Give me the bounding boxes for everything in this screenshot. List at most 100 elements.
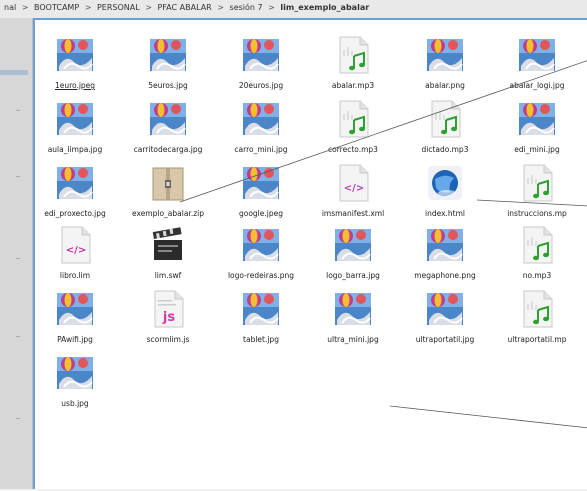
file-item[interactable]: aula_limpa.jpg xyxy=(27,100,123,160)
file-item[interactable]: 20euros.jpg xyxy=(213,36,309,96)
side-pane-tick xyxy=(16,418,20,419)
file-item[interactable]: tablet.jpg xyxy=(213,290,309,350)
file-item[interactable]: index.html xyxy=(397,164,493,224)
file-name-label: abalar.png xyxy=(425,81,465,90)
image-file-icon xyxy=(334,290,372,328)
breadcrumb-separator: > xyxy=(217,3,224,12)
file-item[interactable]: exemplo_abalar.zip xyxy=(120,164,216,224)
file-item[interactable]: 1euro.jpeg xyxy=(27,36,123,96)
file-grid[interactable]: 1euro.jpeg 5euros.jpg 20euros.jpg abalar.mp… xyxy=(33,18,587,489)
file-name-label: no.mp3 xyxy=(522,271,552,280)
file-name-label: megaphone.png xyxy=(414,271,476,280)
image-file-icon xyxy=(426,290,464,328)
file-item[interactable]: logo_barra.jpg xyxy=(305,226,401,286)
file-item[interactable]: ultraportatil.jpg xyxy=(397,290,493,350)
file-item[interactable]: abalar_logi.jpg xyxy=(489,36,585,96)
file-item[interactable]: ultraportatil.mp xyxy=(489,290,585,350)
file-item[interactable]: instruccions.mp xyxy=(489,164,585,224)
file-name-label: logo-redeiras.png xyxy=(227,271,295,280)
breadcrumb-prefix[interactable]: nal xyxy=(4,3,16,12)
image-file-icon xyxy=(518,36,556,74)
side-pane-tick xyxy=(16,336,20,337)
image-file-icon xyxy=(242,36,280,74)
breadcrumb-separator: > xyxy=(84,3,92,12)
annotation-line xyxy=(389,405,587,429)
file-name-label: abalar_logi.jpg xyxy=(509,81,565,90)
image-file-icon xyxy=(56,290,94,328)
svg-text:</>: </> xyxy=(344,183,364,194)
image-file-icon xyxy=(242,164,280,202)
file-name-label: lim.swf xyxy=(154,271,182,280)
file-item[interactable]: megaphone.png xyxy=(397,226,493,286)
svg-text:</>: </> xyxy=(66,245,86,256)
file-name-label: ultra_mini.jpg xyxy=(327,335,379,344)
file-item[interactable]: no.mp3 xyxy=(489,226,585,286)
image-file-icon xyxy=(56,100,94,138)
file-item[interactable]: edi_mini.jpg xyxy=(489,100,585,160)
image-file-icon xyxy=(426,36,464,74)
breadcrumb-separator: > xyxy=(268,3,275,12)
file-name-label: libro.lim xyxy=(59,271,91,280)
file-name-label: exemplo_abalar.zip xyxy=(132,209,204,218)
file-name-label: edi_mini.jpg xyxy=(514,145,560,154)
file-item[interactable]: lim.swf xyxy=(120,226,216,286)
file-name-label: scormlim.js xyxy=(146,335,190,344)
location-bar: nal > BOOTCAMP > PERSONAL > PFAC ABALAR … xyxy=(0,0,587,19)
file-name-label: instruccions.mp xyxy=(507,209,567,218)
image-file-icon xyxy=(56,36,94,74)
file-name-label: 5euros.jpg xyxy=(148,81,188,90)
image-file-icon xyxy=(242,290,280,328)
code-file-icon: </> xyxy=(56,226,94,264)
file-item[interactable]: correcto.mp3 xyxy=(305,100,401,160)
file-name-label: ultraportatil.jpg xyxy=(415,335,475,344)
file-item[interactable]: carro_mini.jpg xyxy=(213,100,309,160)
file-name-label: 1euro.jpeg xyxy=(54,81,96,90)
audio-file-icon xyxy=(426,100,464,138)
image-file-icon xyxy=(242,100,280,138)
image-file-icon xyxy=(334,226,372,264)
image-file-icon xyxy=(56,354,94,392)
file-name-label: tablet.jpg xyxy=(243,335,279,344)
breadcrumb-current-folder[interactable]: lim_exemplo_abalar xyxy=(280,3,369,12)
file-item[interactable]: logo-redeiras.png xyxy=(213,226,309,286)
audio-file-icon xyxy=(334,36,372,74)
breadcrumb-item-sesion-7[interactable]: sesión 7 xyxy=(230,3,263,12)
side-pane-tick xyxy=(16,258,20,259)
file-name-label: google.jpeg xyxy=(238,209,283,218)
side-pane-selected-item[interactable] xyxy=(0,70,28,75)
file-item[interactable]: usb.jpg xyxy=(27,354,123,414)
file-item[interactable]: dictado.mp3 xyxy=(397,100,493,160)
file-item[interactable]: carritodecarga.jpg xyxy=(120,100,216,160)
file-name-label: carritodecarga.jpg xyxy=(133,145,203,154)
image-file-icon xyxy=(426,226,464,264)
file-item[interactable]: google.jpeg xyxy=(213,164,309,224)
file-item[interactable]: js scormlim.js xyxy=(120,290,216,350)
audio-file-icon xyxy=(518,226,556,264)
file-item[interactable]: ultra_mini.jpg xyxy=(305,290,401,350)
html-globe-icon xyxy=(426,164,464,202)
javascript-file-icon: js xyxy=(149,290,187,328)
file-item[interactable]: 5euros.jpg xyxy=(120,36,216,96)
breadcrumb-item-pfac-abalar[interactable]: PFAC ABALAR xyxy=(157,3,211,12)
file-name-label: aula_limpa.jpg xyxy=(47,145,103,154)
breadcrumb-item-personal[interactable]: PERSONAL xyxy=(97,3,140,12)
file-name-label: logo_barra.jpg xyxy=(326,271,380,280)
breadcrumb-item-bootcamp[interactable]: BOOTCAMP xyxy=(34,3,79,12)
file-item[interactable]: edi_proxecto.jpg xyxy=(27,164,123,224)
file-item[interactable]: </> imsmanifest.xml xyxy=(305,164,401,224)
image-file-icon xyxy=(518,100,556,138)
breadcrumb: nal > BOOTCAMP > PERSONAL > PFAC ABALAR … xyxy=(4,3,369,12)
audio-file-icon xyxy=(334,100,372,138)
file-name-label: abalar.mp3 xyxy=(331,81,375,90)
breadcrumb-separator: > xyxy=(145,3,152,12)
file-item[interactable]: PAwifi.jpg xyxy=(27,290,123,350)
file-item[interactable]: </> libro.lim xyxy=(27,226,123,286)
video-clapper-icon xyxy=(149,226,187,264)
image-file-icon xyxy=(149,100,187,138)
file-item[interactable]: abalar.mp3 xyxy=(305,36,401,96)
breadcrumb-separator: > xyxy=(21,3,29,12)
xml-file-icon: </> xyxy=(334,164,372,202)
file-name-label: usb.jpg xyxy=(61,399,89,408)
file-item[interactable]: abalar.png xyxy=(397,36,493,96)
file-name-label: imsmanifest.xml xyxy=(321,209,385,218)
